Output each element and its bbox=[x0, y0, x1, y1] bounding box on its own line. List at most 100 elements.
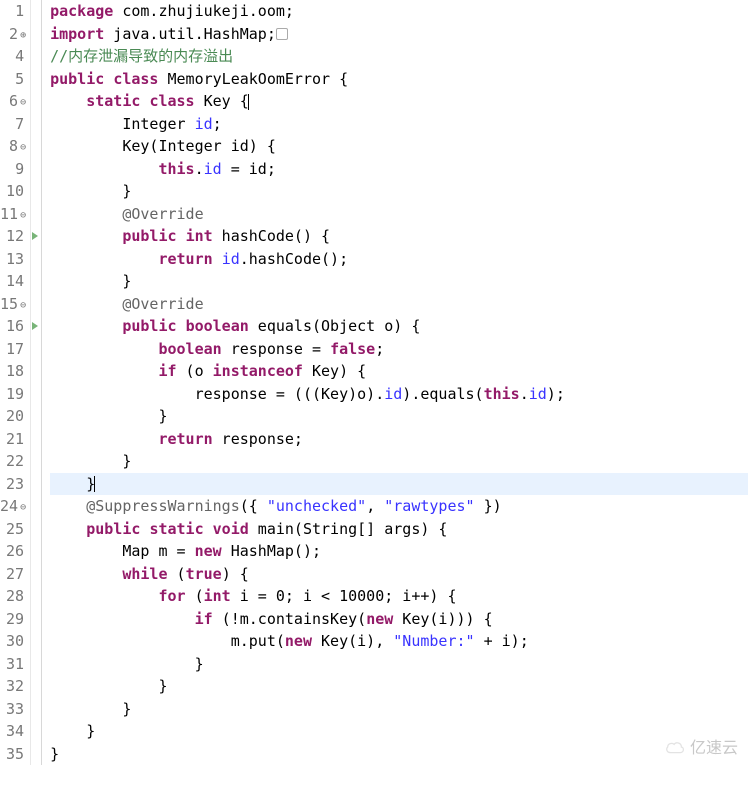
code-line[interactable]: //内存泄漏导致的内存溢出 bbox=[50, 45, 748, 68]
line-number[interactable]: 35 bbox=[0, 743, 28, 766]
code-line[interactable]: } bbox=[50, 743, 748, 766]
line-number[interactable]: 1 bbox=[0, 0, 28, 23]
line-number[interactable]: 22 bbox=[0, 450, 28, 473]
line-number[interactable]: 2 bbox=[0, 23, 28, 46]
line-number[interactable]: 28 bbox=[0, 585, 28, 608]
code-line[interactable]: } bbox=[50, 180, 748, 203]
code-line[interactable]: return id.hashCode(); bbox=[50, 248, 748, 271]
code-line[interactable]: } bbox=[50, 450, 748, 473]
line-number[interactable]: 15 bbox=[0, 293, 28, 316]
annotation-slot bbox=[31, 450, 41, 473]
line-number[interactable]: 6 bbox=[0, 90, 28, 113]
line-number[interactable]: 24 bbox=[0, 495, 28, 518]
code-area[interactable]: package com.zhujiukeji.oom;import java.u… bbox=[42, 0, 748, 765]
code-editor[interactable]: 1245678910111213141516171819202122232425… bbox=[0, 0, 748, 765]
code-line[interactable]: if (o instanceof Key) { bbox=[50, 360, 748, 383]
line-number[interactable]: 5 bbox=[0, 68, 28, 91]
annotation-slot bbox=[31, 608, 41, 631]
line-number[interactable]: 31 bbox=[0, 653, 28, 676]
annotation-slot bbox=[31, 158, 41, 181]
code-line[interactable]: } bbox=[50, 653, 748, 676]
line-number[interactable]: 7 bbox=[0, 113, 28, 136]
annotation-slot bbox=[31, 90, 41, 113]
code-line[interactable]: public boolean equals(Object o) { bbox=[50, 315, 748, 338]
code-line[interactable]: for (int i = 0; i < 10000; i++) { bbox=[50, 585, 748, 608]
line-number[interactable]: 30 bbox=[0, 630, 28, 653]
code-line[interactable]: public static void main(String[] args) { bbox=[50, 518, 748, 541]
code-line[interactable]: Key(Integer id) { bbox=[50, 135, 748, 158]
code-line[interactable]: } bbox=[50, 473, 748, 496]
annotation-slot bbox=[31, 563, 41, 586]
line-number[interactable]: 20 bbox=[0, 405, 28, 428]
code-line[interactable]: static class Key { bbox=[50, 90, 748, 113]
line-number[interactable]: 16 bbox=[0, 315, 28, 338]
line-number[interactable]: 9 bbox=[0, 158, 28, 181]
annotation-slot bbox=[31, 293, 41, 316]
annotation-slot bbox=[31, 203, 41, 226]
annotation-slot bbox=[31, 473, 41, 496]
line-number[interactable]: 14 bbox=[0, 270, 28, 293]
line-number[interactable]: 26 bbox=[0, 540, 28, 563]
annotation-slot bbox=[31, 338, 41, 361]
line-number[interactable]: 12 bbox=[0, 225, 28, 248]
line-number[interactable]: 27 bbox=[0, 563, 28, 586]
annotation-slot bbox=[31, 698, 41, 721]
annotation-slot bbox=[31, 495, 41, 518]
code-line[interactable]: @Override bbox=[50, 203, 748, 226]
code-line[interactable]: } bbox=[50, 270, 748, 293]
annotation-slot bbox=[31, 23, 41, 46]
code-line[interactable]: } bbox=[50, 720, 748, 743]
annotation-slot bbox=[31, 630, 41, 653]
code-line[interactable]: package com.zhujiukeji.oom; bbox=[50, 0, 748, 23]
code-line[interactable]: boolean response = false; bbox=[50, 338, 748, 361]
annotation-slot bbox=[31, 675, 41, 698]
annotation-slot bbox=[31, 428, 41, 451]
code-line[interactable]: } bbox=[50, 698, 748, 721]
line-number[interactable]: 34 bbox=[0, 720, 28, 743]
annotation-slot bbox=[31, 135, 41, 158]
code-line[interactable]: Integer id; bbox=[50, 113, 748, 136]
line-number[interactable]: 10 bbox=[0, 180, 28, 203]
annotation-slot bbox=[31, 653, 41, 676]
annotation-slot bbox=[31, 180, 41, 203]
code-line[interactable]: if (!m.containsKey(new Key(i))) { bbox=[50, 608, 748, 631]
annotation-slot bbox=[31, 383, 41, 406]
line-number[interactable]: 25 bbox=[0, 518, 28, 541]
line-number[interactable]: 13 bbox=[0, 248, 28, 271]
code-line[interactable]: @SuppressWarnings({ "unchecked", "rawtyp… bbox=[50, 495, 748, 518]
code-line[interactable]: public int hashCode() { bbox=[50, 225, 748, 248]
line-number[interactable]: 32 bbox=[0, 675, 28, 698]
line-number[interactable]: 23 bbox=[0, 473, 28, 496]
annotation-slot bbox=[31, 113, 41, 136]
line-number[interactable]: 18 bbox=[0, 360, 28, 383]
line-number[interactable]: 33 bbox=[0, 698, 28, 721]
code-line[interactable]: } bbox=[50, 675, 748, 698]
annotation-slot bbox=[31, 360, 41, 383]
code-line[interactable]: Map m = new HashMap(); bbox=[50, 540, 748, 563]
annotation-slot bbox=[31, 405, 41, 428]
annotation-slot bbox=[31, 68, 41, 91]
code-line[interactable]: import java.util.HashMap; bbox=[50, 23, 748, 46]
code-line[interactable]: return response; bbox=[50, 428, 748, 451]
line-number[interactable]: 21 bbox=[0, 428, 28, 451]
code-line[interactable]: while (true) { bbox=[50, 563, 748, 586]
line-number[interactable]: 11 bbox=[0, 203, 28, 226]
code-line[interactable]: @Override bbox=[50, 293, 748, 316]
code-line[interactable]: } bbox=[50, 405, 748, 428]
code-line[interactable]: public class MemoryLeakOomError { bbox=[50, 68, 748, 91]
annotation-slot bbox=[31, 720, 41, 743]
annotation-slot bbox=[31, 0, 41, 23]
override-marker-icon[interactable] bbox=[31, 315, 41, 338]
annotation-slot bbox=[31, 585, 41, 608]
annotation-slot bbox=[31, 270, 41, 293]
override-marker-icon[interactable] bbox=[31, 225, 41, 248]
line-number[interactable]: 17 bbox=[0, 338, 28, 361]
line-number[interactable]: 8 bbox=[0, 135, 28, 158]
line-number[interactable]: 4 bbox=[0, 45, 28, 68]
line-number[interactable]: 29 bbox=[0, 608, 28, 631]
line-number-gutter[interactable]: 1245678910111213141516171819202122232425… bbox=[0, 0, 31, 765]
line-number[interactable]: 19 bbox=[0, 383, 28, 406]
code-line[interactable]: m.put(new Key(i), "Number:" + i); bbox=[50, 630, 748, 653]
code-line[interactable]: this.id = id; bbox=[50, 158, 748, 181]
code-line[interactable]: response = (((Key)o).id).equals(this.id)… bbox=[50, 383, 748, 406]
